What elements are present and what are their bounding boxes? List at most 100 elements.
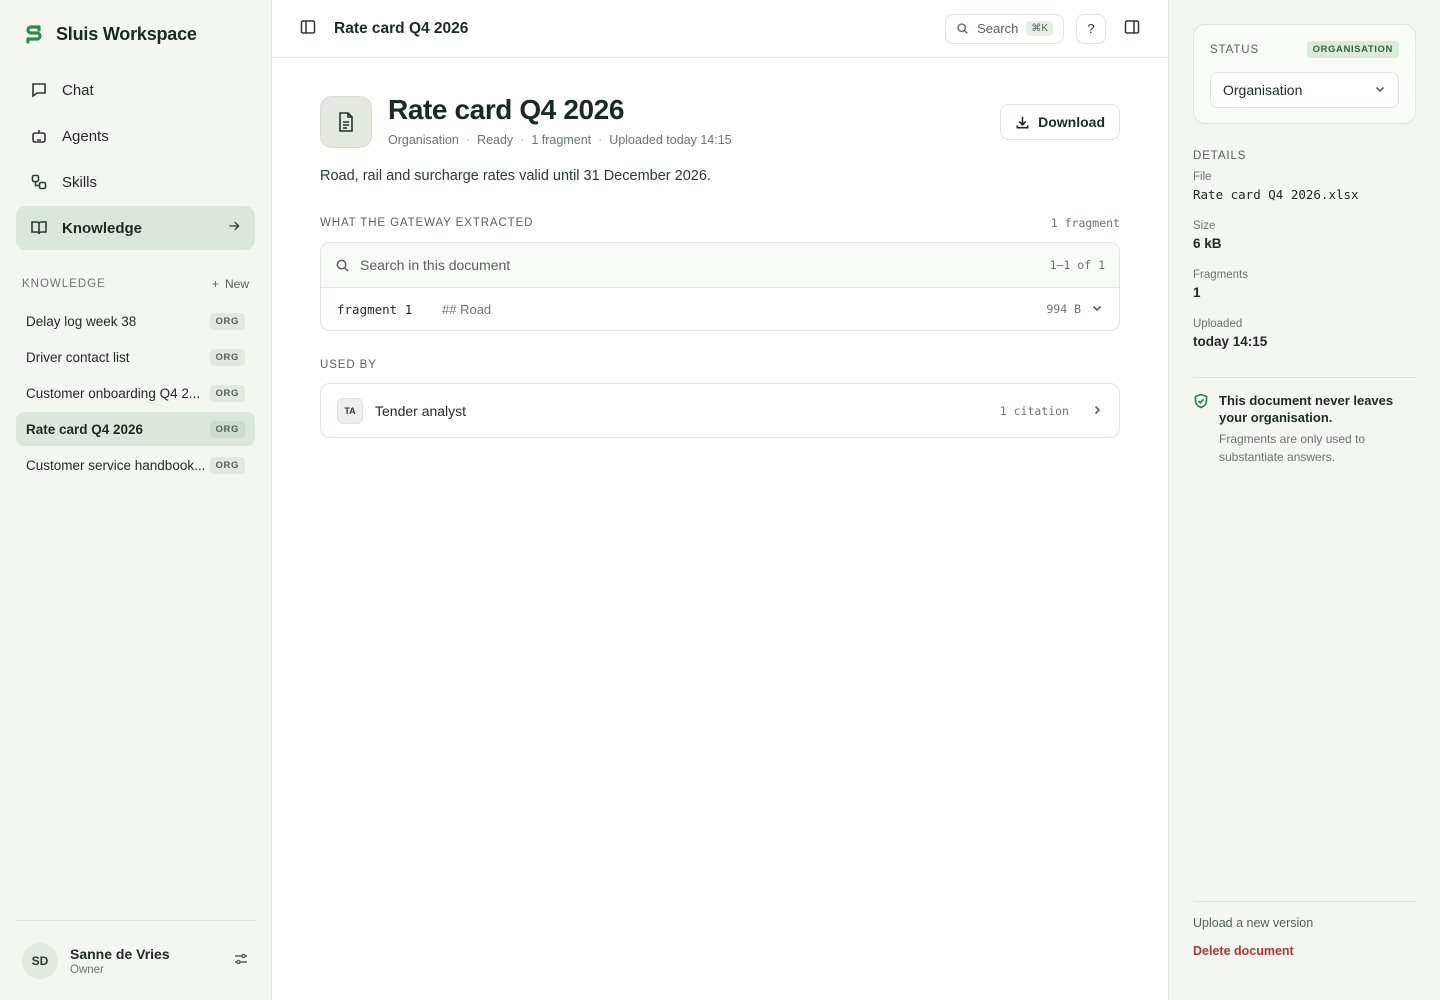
extracted-label: WHAT THE GATEWAY EXTRACTED — [320, 217, 534, 229]
org-badge: ORG — [209, 312, 245, 330]
nav-label: Knowledge — [62, 219, 143, 237]
topbar-actions: Search ⌘K ? — [945, 13, 1140, 44]
page-title: Rate card Q4 2026 — [334, 19, 469, 37]
fragment-name: fragment 1 — [337, 301, 413, 317]
detail-key: Fragments — [1193, 269, 1248, 281]
detail-file: File Rate card Q4 2026.xlsx — [1193, 171, 1416, 202]
user-name: Sanne de Vries — [70, 945, 170, 962]
nav-item-chat[interactable]: Chat — [16, 68, 255, 112]
main-content: Rate card Q4 2026 Search ⌘K ? Rate card … — [272, 0, 1168, 1000]
status-header: STATUS ORGANISATION — [1210, 41, 1399, 58]
new-document-button[interactable]: + New — [212, 277, 249, 291]
document-title: Customer service handbook... — [26, 457, 206, 473]
nav-label: Skills — [62, 173, 98, 191]
brand[interactable]: Sluis Workspace — [16, 0, 255, 68]
document-list-item[interactable]: Delay log week 38 ORG — [16, 304, 255, 338]
agent-avatar: TA — [337, 397, 363, 424]
details-panel: STATUS ORGANISATION Organisation DETAILS… — [1168, 0, 1440, 1000]
document-view: Rate card Q4 2026 Organisation · Ready ·… — [272, 58, 1168, 438]
knowledge-section-header: KNOWLEDGE + New — [16, 274, 255, 294]
toggle-sidebar-button[interactable] — [300, 19, 316, 38]
document-list-item[interactable]: Customer onboarding Q4 2... ORG — [16, 376, 255, 410]
status-selected-value: Organisation — [1223, 82, 1303, 98]
document-list-item[interactable]: Driver contact list ORG — [16, 340, 255, 374]
document-list-item[interactable]: Customer service handbook... ORG — [16, 448, 255, 482]
status-badge: ORGANISATION — [1306, 41, 1399, 58]
logo-icon — [26, 25, 42, 44]
org-badge: ORG — [209, 420, 245, 438]
topbar: Rate card Q4 2026 Search ⌘K ? — [272, 0, 1168, 58]
meta-status: Ready — [477, 133, 514, 147]
document-header: Rate card Q4 2026 Organisation · Ready ·… — [320, 94, 1120, 148]
nav-item-agents[interactable]: Agents — [16, 114, 255, 158]
chevron-right-icon — [1094, 405, 1101, 414]
delete-document-link[interactable]: Delete document — [1193, 944, 1416, 958]
document-title: Rate card Q4 2026 — [388, 94, 625, 125]
document-title: Customer onboarding Q4 2... — [26, 385, 201, 401]
chevron-down-icon — [1374, 82, 1386, 98]
new-label: New — [224, 277, 249, 291]
fragment-preview: ## Road — [442, 301, 492, 317]
used-by-label: USED BY — [320, 359, 377, 371]
meta-separator: · — [520, 133, 525, 147]
upload-new-version-link[interactable]: Upload a new version — [1193, 916, 1416, 930]
open-agent-button[interactable] — [1091, 403, 1103, 419]
extracted-count: 1 fragment — [1050, 216, 1120, 230]
used-by-header: USED BY — [320, 359, 1120, 371]
document-list: Delay log week 38 ORG Driver contact lis… — [16, 304, 255, 482]
book-icon — [31, 221, 47, 235]
search-icon — [957, 23, 968, 34]
document-meta: Organisation · Ready · 1 fragment · Uplo… — [388, 133, 732, 147]
document-icon — [320, 96, 372, 148]
meta-uploaded: Uploaded today 14:15 — [609, 133, 732, 147]
avatar[interactable]: SD — [22, 942, 58, 979]
meta-scope: Organisation — [388, 133, 459, 147]
document-actions: Upload a new version Delete document — [1193, 901, 1416, 958]
user-settings-button[interactable] — [233, 951, 249, 970]
search-placeholder: Search in this document — [360, 257, 511, 273]
shield-check-icon — [1194, 393, 1208, 409]
nav-label: Agents — [62, 127, 109, 145]
main-nav: Chat Agents Skills Knowledge — [16, 68, 255, 250]
search-button[interactable]: Search ⌘K — [945, 13, 1064, 44]
document-list-item-active[interactable]: Rate card Q4 2026 ORG — [16, 412, 255, 446]
meta-separator: · — [598, 133, 603, 147]
detail-value: Rate card Q4 2026.xlsx — [1193, 187, 1359, 202]
nav-label: Chat — [62, 81, 94, 99]
detail-fragments: Fragments 1 — [1193, 269, 1416, 300]
file-text-icon — [339, 112, 353, 132]
fragment-row[interactable]: fragment 1 ## Road 994 B — [321, 288, 1119, 330]
robot-icon — [32, 130, 46, 143]
detail-key: Size — [1193, 220, 1216, 232]
download-label: Download — [1038, 114, 1105, 130]
org-badge: ORG — [209, 348, 245, 366]
details-label: DETAILS — [1193, 150, 1247, 162]
document-title: Rate card Q4 2026 — [26, 421, 144, 437]
extracted-header: WHAT THE GATEWAY EXTRACTED 1 fragment — [320, 216, 1120, 230]
used-by-row[interactable]: TA Tender analyst 1 citation — [321, 384, 1119, 437]
expand-fragment-button[interactable] — [1091, 302, 1103, 317]
nav-item-knowledge[interactable]: Knowledge — [16, 206, 255, 250]
security-title: This document never leaves your organisa… — [1219, 393, 1394, 425]
status-card: STATUS ORGANISATION Organisation — [1193, 24, 1416, 124]
sidebar: Sluis Workspace Chat Agents Skills Knowl… — [0, 0, 272, 1000]
fragments-panel: Search in this document 1–1 of 1 fragmen… — [320, 242, 1120, 331]
user-bar: SD Sanne de Vries Owner — [16, 920, 255, 1000]
nav-item-skills[interactable]: Skills — [16, 160, 255, 204]
security-text-block: This document never leaves your organisa… — [1219, 392, 1416, 466]
shortcut-badge: ⌘K — [1026, 21, 1053, 36]
sliders-icon — [235, 953, 247, 965]
chevron-down-icon — [1375, 86, 1385, 93]
help-button[interactable]: ? — [1076, 13, 1106, 44]
document-search-input[interactable]: Search in this document 1–1 of 1 — [321, 243, 1119, 288]
org-badge: ORG — [209, 384, 245, 402]
brand-name: Sluis Workspace — [56, 23, 197, 44]
security-text: Fragments are only used to substantiate … — [1219, 432, 1366, 464]
toggle-right-panel-button[interactable] — [1124, 19, 1140, 38]
detail-value: 6 kB — [1193, 236, 1222, 251]
document-title: Delay log week 38 — [26, 313, 137, 329]
search-label: Search — [977, 21, 1019, 36]
download-button[interactable]: Download — [1000, 104, 1120, 140]
status-select[interactable]: Organisation — [1210, 72, 1399, 108]
security-notice: This document never leaves your organisa… — [1193, 377, 1416, 466]
